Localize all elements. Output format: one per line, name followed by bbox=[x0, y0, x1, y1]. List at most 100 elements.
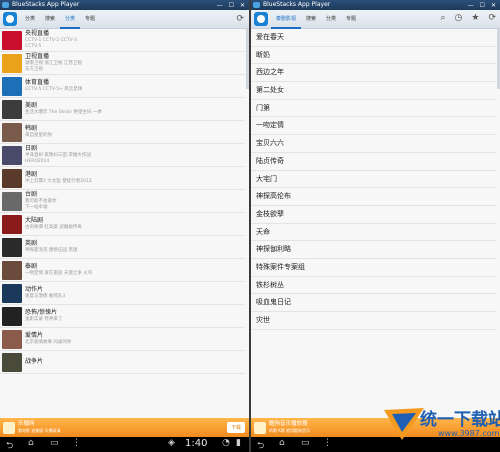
item-title: 日剧 bbox=[25, 145, 38, 152]
item-subtitle: CCTV-5 bbox=[25, 44, 42, 49]
item-subtitle: 古剑奇谭 红高粱 武媚娘传奇 bbox=[25, 225, 82, 230]
list-item[interactable]: 断奶 bbox=[251, 47, 496, 65]
list-item[interactable]: 吸血鬼日记 bbox=[251, 294, 496, 312]
item-subtitle: 冲上云霄2 大太监 使徒行者2013 bbox=[25, 179, 92, 184]
menu-icon[interactable]: ⋮ bbox=[323, 438, 332, 448]
list-item[interactable]: 日剧 半泽直树 家政妇三田 求婚大作战 HERO2014 bbox=[0, 144, 245, 167]
banner-subtitle: 看电影 追美剧 乐播高清 bbox=[18, 428, 61, 433]
recent-apps-icon[interactable]: ▭ bbox=[50, 438, 59, 448]
list-item[interactable]: 神探伽利略 bbox=[251, 241, 496, 259]
banner-subtitle: 听歌 K歌 就用酷狗音乐 bbox=[269, 428, 311, 433]
item-title: 央视直播 bbox=[25, 30, 50, 37]
item-title: 英剧 bbox=[25, 240, 38, 247]
tab-topics[interactable]: 专题 bbox=[341, 10, 361, 29]
list-item[interactable]: 战争片 bbox=[0, 351, 245, 374]
back-icon[interactable]: ⮌ bbox=[257, 438, 264, 452]
item-subtitle: 鬼影实录 死神来了 bbox=[25, 317, 63, 322]
list-item[interactable]: 宝贝六六 bbox=[251, 135, 496, 153]
tab-topics[interactable]: 专题 bbox=[80, 10, 100, 29]
tab-category[interactable]: 分类 bbox=[321, 10, 341, 29]
item-subtitle: 来自星星的你 bbox=[25, 133, 52, 138]
download-button[interactable]: 下载 bbox=[226, 422, 245, 433]
tab-category-active[interactable]: 分类 bbox=[60, 10, 81, 29]
list-item[interactable]: 陆贞传奇 bbox=[251, 153, 496, 171]
list-item[interactable]: 灾世 bbox=[251, 312, 496, 330]
thumbnail-image bbox=[2, 30, 22, 50]
window-title: BlueStacks App Player bbox=[263, 1, 331, 8]
item-subtitle: 下一站幸福 bbox=[25, 205, 48, 210]
app-name-tab[interactable]: 泰剧影视 bbox=[271, 10, 302, 29]
thumbnail-image bbox=[2, 352, 22, 372]
list-item[interactable]: 一吻定情 bbox=[251, 117, 496, 136]
list-item[interactable]: 爱情片 北京爱情故事 同桌的你 bbox=[0, 328, 245, 351]
list-item[interactable]: 神探高伦布 bbox=[251, 188, 496, 206]
item-subtitle: CCTV-5 CCTV-5+ 风云足球 bbox=[25, 87, 83, 92]
item-subtitle: 神探夏洛克 唐顿庄园 黑镜 bbox=[25, 248, 78, 253]
recent-apps-icon[interactable]: ▭ bbox=[301, 438, 310, 448]
battery-icon: ▮ bbox=[236, 438, 241, 448]
back-icon[interactable]: ⮌ bbox=[6, 438, 13, 452]
window-titlebar: BlueStacks App Player — ☐ ✕ bbox=[251, 0, 500, 10]
list-item[interactable]: 韩剧 来自星星的你 bbox=[0, 121, 245, 144]
thumbnail-image bbox=[2, 306, 22, 326]
tab-search[interactable]: 搜索 bbox=[301, 10, 321, 29]
app-logo-icon[interactable] bbox=[254, 12, 268, 26]
item-title: 恐怖/惊悚片 bbox=[25, 309, 58, 316]
list-item[interactable]: 门第 bbox=[251, 100, 496, 118]
thumbnail-image bbox=[2, 53, 22, 73]
item-title: 体育直播 bbox=[25, 79, 50, 86]
site-watermark: 统一下载站 www.3987.com bbox=[380, 402, 500, 452]
search-icon[interactable]: ⌕ bbox=[440, 13, 445, 23]
list-item[interactable]: 美剧 生活大爆炸 The Strain 绝望主妇 一季 bbox=[0, 98, 245, 121]
home-icon[interactable]: ⌂ bbox=[28, 438, 34, 448]
item-subtitle: 生活大爆炸 The Strain 绝望主妇 一季 bbox=[25, 110, 102, 115]
banner-title: 乐播网 bbox=[18, 421, 35, 427]
item-subtitle: 速度与激情 敢死队3 bbox=[25, 294, 66, 299]
list-item[interactable]: 英剧 神探夏洛克 唐顿庄园 黑镜 bbox=[0, 236, 245, 259]
home-icon[interactable]: ⌂ bbox=[279, 438, 285, 448]
list-item[interactable]: 泰剧 一吻定情 爱在旅途 天使之争 火鸟 bbox=[0, 259, 245, 282]
menu-icon[interactable]: ⋮ bbox=[72, 438, 81, 448]
list-item[interactable]: 港剧 冲上云霄2 大太监 使徒行者2013 bbox=[0, 167, 245, 190]
item-subtitle: HERO2014 bbox=[25, 159, 50, 164]
list-item[interactable]: 铁杉树丛 bbox=[251, 277, 496, 295]
list-item[interactable]: 央视直播 CCTV-1 CCTV-2 CCTV-3 CCTV-5 bbox=[0, 29, 245, 52]
app-header: 分类 搜索 分类 专题 ⟳ bbox=[0, 10, 249, 29]
list-item[interactable]: 台剧 我可能不会爱你 下一站幸福 bbox=[0, 190, 245, 213]
list-item[interactable]: 西边之年 bbox=[251, 64, 496, 83]
item-title: 港剧 bbox=[25, 171, 38, 178]
ad-banner[interactable]: 乐播网 看电影 追美剧 乐播高清 下载 bbox=[0, 418, 249, 437]
tab-search[interactable]: 搜索 bbox=[40, 10, 60, 29]
list-item[interactable]: 动作片 速度与激情 敢死队3 bbox=[0, 282, 245, 305]
banner-title: 酷狗音乐播放器 bbox=[269, 421, 308, 427]
favorite-star-icon[interactable]: ★ bbox=[471, 13, 479, 23]
list-item[interactable]: 金枝欲孽 bbox=[251, 206, 496, 224]
watermark-url: www.3987.com bbox=[438, 429, 500, 438]
refresh-icon[interactable]: ⟳ bbox=[488, 13, 496, 23]
list-item[interactable]: 恐怖/惊悚片 鬼影实录 死神来了 bbox=[0, 305, 245, 328]
list-item[interactable]: 大宅门 bbox=[251, 171, 496, 189]
list-item[interactable]: 特殊案件专案组 bbox=[251, 259, 496, 277]
thumbnail-image bbox=[2, 168, 22, 188]
item-title: 台剧 bbox=[25, 191, 38, 198]
share-icon[interactable]: ◈ bbox=[168, 438, 175, 448]
bluestacks-icon bbox=[2, 2, 9, 8]
thumbnail-image bbox=[2, 329, 22, 349]
refresh-icon[interactable]: ⟳ bbox=[236, 14, 244, 24]
app-header: 泰剧影视 搜索 分类 专题 ⌕ ◷ ★ ⟳ bbox=[251, 10, 500, 29]
app-logo-icon[interactable] bbox=[3, 12, 17, 26]
list-item[interactable]: 卫视直播 湖南卫视 浙江卫视 江苏卫视 东方卫视 bbox=[0, 52, 245, 75]
tab-category[interactable]: 分类 bbox=[20, 10, 40, 29]
history-icon[interactable]: ◷ bbox=[455, 13, 463, 23]
right-window: BlueStacks App Player — ☐ ✕ 泰剧影视 搜索 分类 专… bbox=[251, 0, 500, 452]
list-item[interactable]: 大陆剧 古剑奇谭 红高粱 武媚娘传奇 bbox=[0, 213, 245, 236]
list-item[interactable]: 体育直播 CCTV-5 CCTV-5+ 风云足球 bbox=[0, 75, 245, 98]
item-subtitle: 北京爱情故事 同桌的你 bbox=[25, 340, 72, 345]
thumbnail-image bbox=[2, 260, 22, 280]
item-subtitle: 一吻定情 爱在旅途 天使之争 火鸟 bbox=[25, 271, 93, 276]
list-item[interactable]: 第二处女 bbox=[251, 82, 496, 100]
thumbnail-image bbox=[2, 214, 22, 234]
thumbnail-image bbox=[2, 283, 22, 303]
list-item[interactable]: 天命 bbox=[251, 224, 496, 242]
list-item[interactable]: 爱在春天 bbox=[251, 29, 496, 47]
